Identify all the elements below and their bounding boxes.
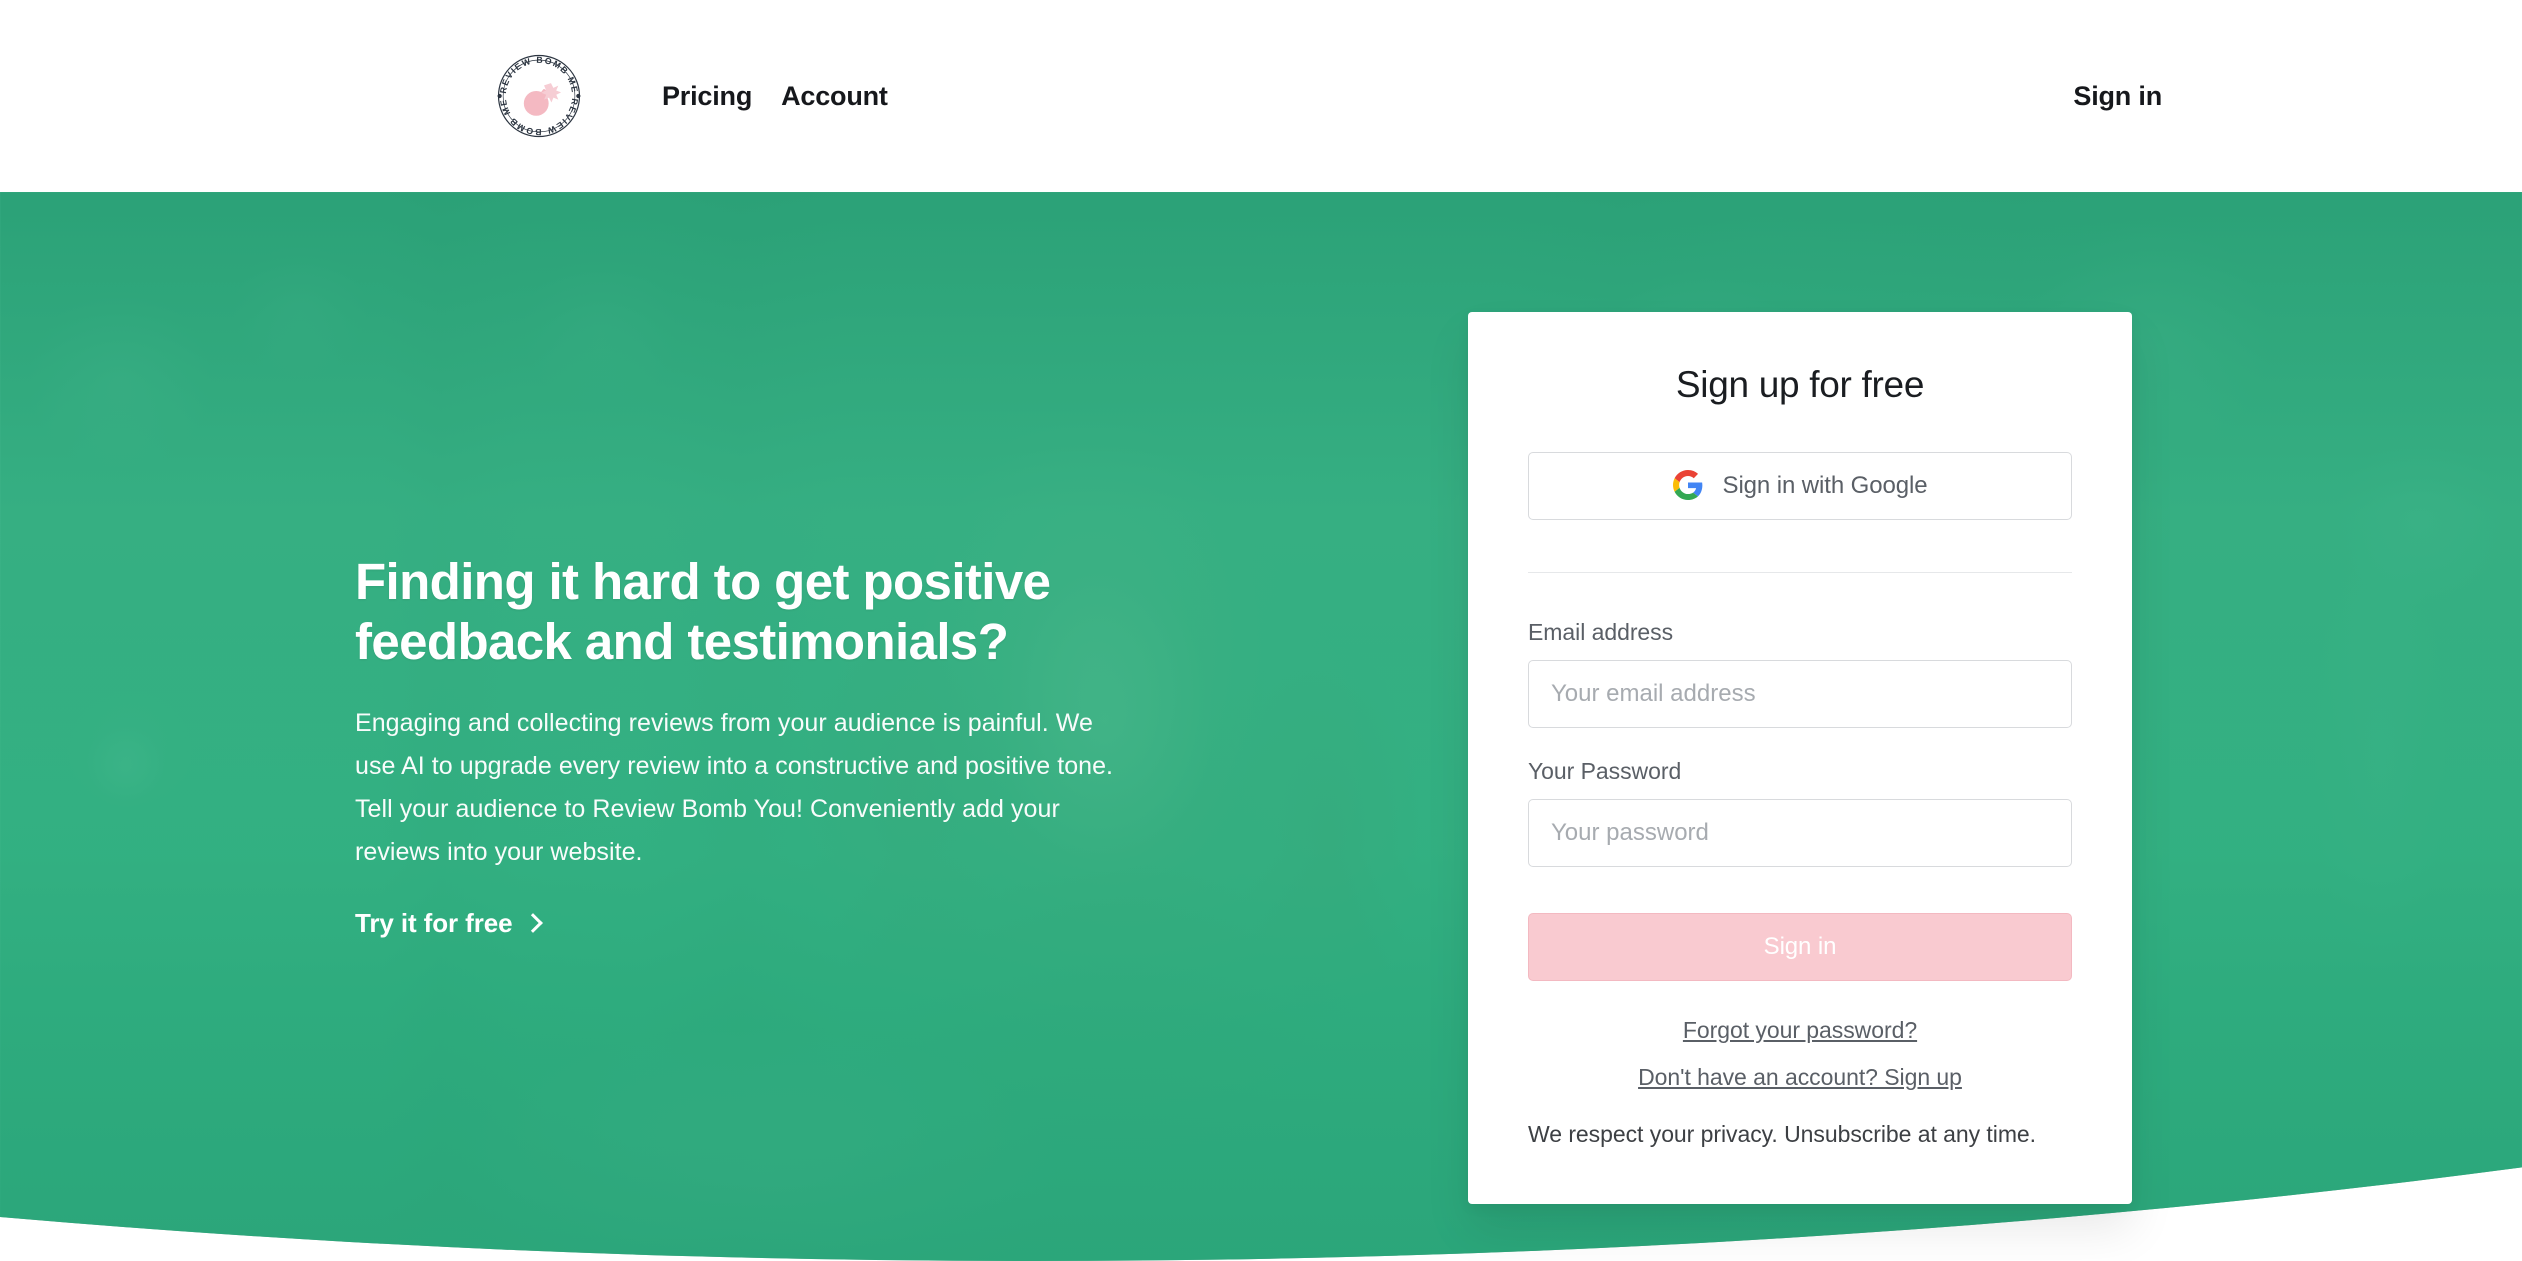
signup-card: Sign up for free Sign in with Google Ema… xyxy=(1468,312,2132,1204)
bomb-icon xyxy=(523,83,562,116)
primary-nav: Pricing Account xyxy=(660,0,890,192)
google-signin-button[interactable]: Sign in with Google xyxy=(1528,452,2072,520)
card-divider xyxy=(1528,572,2072,573)
email-input[interactable] xyxy=(1528,660,2072,728)
card-links: Forgot your password? Don't have an acco… xyxy=(1528,1017,2072,1091)
hero-subheadline: Engaging and collecting reviews from you… xyxy=(355,709,1114,867)
google-icon xyxy=(1672,469,1703,503)
site-header: REVIEW BOMB ME REVIEW BOMB ME Pricing Ac… xyxy=(0,0,2522,192)
hero-content: Finding it hard to get positive feedback… xyxy=(355,552,1145,939)
privacy-note: We respect your privacy. Unsubscribe at … xyxy=(1528,1121,2037,1147)
hero-section: Finding it hard to get positive feedback… xyxy=(0,192,2522,1261)
forgot-password-link[interactable]: Forgot your password? xyxy=(1528,1017,2072,1044)
svg-text:REVIEW BOMB ME: REVIEW BOMB ME xyxy=(498,55,580,95)
chevron-right-icon xyxy=(523,912,544,933)
landing-page: Finding it hard to get positive feedback… xyxy=(0,0,2522,1261)
field-spacer xyxy=(1528,728,2072,758)
nav-link-account[interactable]: Account xyxy=(779,77,890,116)
email-field-label: Email address xyxy=(1528,619,1674,645)
try-it-for-free-link[interactable]: Try it for free xyxy=(355,908,544,939)
hero-headline: Finding it hard to get positive feedback… xyxy=(355,553,1051,671)
header-inner: REVIEW BOMB ME REVIEW BOMB ME Pricing Ac… xyxy=(0,0,2522,192)
header-right: Sign in xyxy=(0,0,2522,192)
hero-cta-label: Try it for free xyxy=(355,908,513,939)
google-signin-label: Sign in with Google xyxy=(1722,472,1928,499)
nav-link-pricing[interactable]: Pricing xyxy=(660,77,754,116)
signup-link[interactable]: Don't have an account? Sign up xyxy=(1528,1064,2072,1091)
sign-in-submit-button[interactable]: Sign in xyxy=(1528,913,2072,981)
password-field-label: Your Password xyxy=(1528,758,1682,784)
card-title: Sign up for free xyxy=(1675,364,1925,405)
header-sign-in-link[interactable]: Sign in xyxy=(2073,81,2162,112)
site-logo[interactable]: REVIEW BOMB ME REVIEW BOMB ME xyxy=(489,53,589,139)
password-input[interactable] xyxy=(1528,799,2072,867)
